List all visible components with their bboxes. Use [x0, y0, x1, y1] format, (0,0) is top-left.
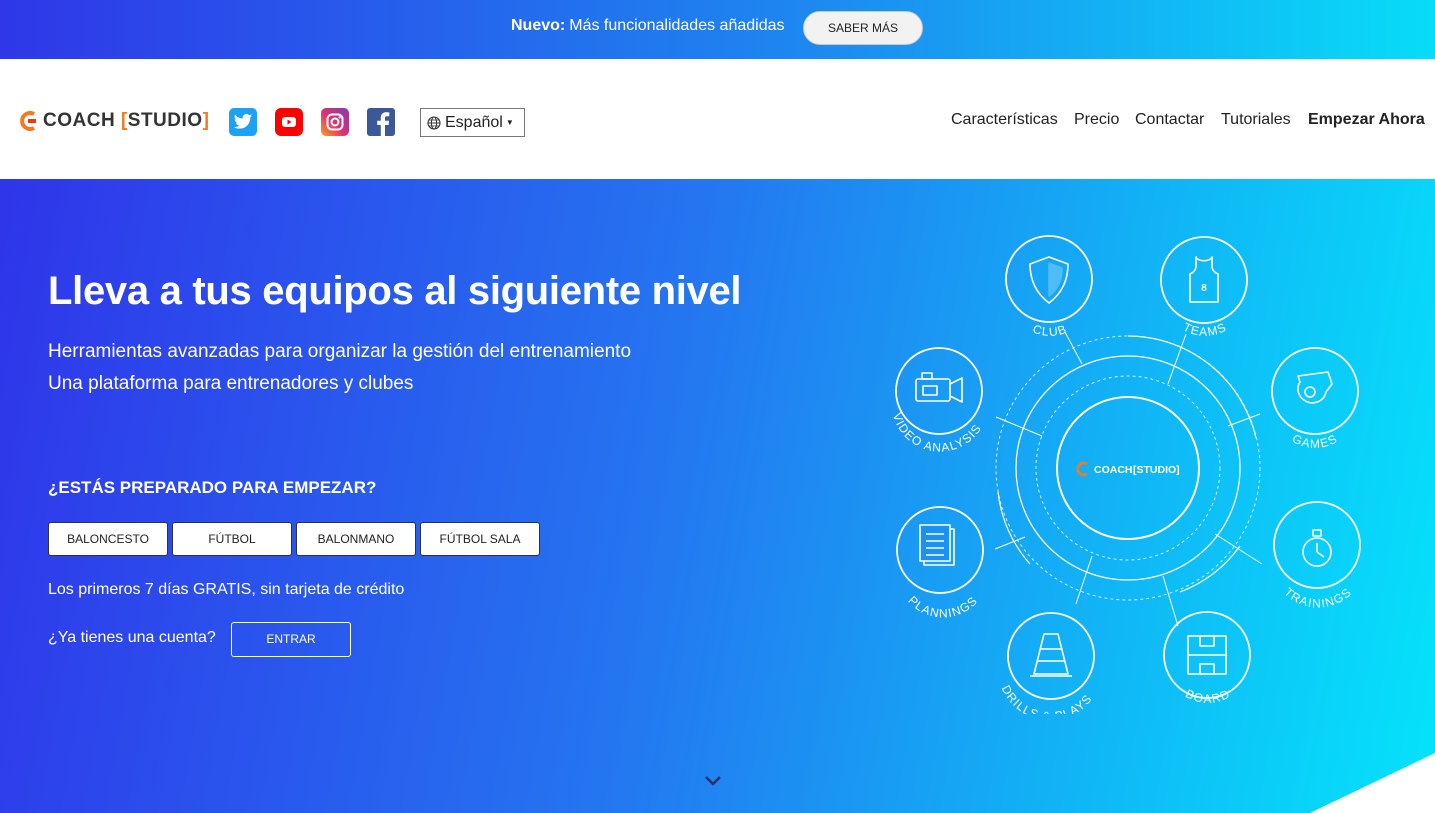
whistle-icon	[1297, 371, 1333, 404]
hero-corner-cut	[1310, 753, 1435, 813]
logo-bracket-open: [	[120, 110, 128, 131]
hero-section: Lleva a tus equipos al siguiente nivel H…	[0, 179, 1435, 813]
announcement-message: Más funcionalidades añadidas	[569, 17, 785, 34]
cone-icon	[1030, 633, 1072, 677]
learn-more-button[interactable]: SABER MÁS	[803, 11, 923, 45]
caret-down-icon: ▼	[505, 118, 514, 127]
calendar-icon	[919, 524, 955, 566]
ready-heading: ¿ESTÁS PREPARADO PARA EMPEZAR?	[48, 478, 377, 497]
facebook-icon[interactable]	[367, 108, 395, 136]
instagram-icon[interactable]	[321, 108, 349, 136]
announcement-new-label: Nuevo:	[511, 17, 566, 34]
hero-title: Lleva a tus equipos al siguiente nivel	[48, 269, 742, 313]
hero-subtitle-line2: Una plataforma para entrenadores y clube…	[48, 373, 414, 394]
jersey-icon: 8	[1189, 256, 1219, 303]
court-board-icon	[1187, 635, 1227, 675]
account-prompt: ¿Ya tienes una cuenta?	[48, 629, 216, 646]
logo-text: COACH [STUDIO]	[43, 110, 209, 132]
nav-pricing[interactable]: Precio	[1074, 111, 1119, 129]
hero-subtitle-line1: Herramientas avanzadas para organizar la…	[48, 341, 632, 362]
svg-text:8: 8	[1201, 283, 1207, 294]
sport-button-basketball[interactable]: BALONCESTO	[48, 522, 168, 556]
chevron-down-icon[interactable]	[703, 774, 723, 788]
free-trial-text: Los primeros 7 días GRATIS, sin tarjeta …	[48, 581, 405, 598]
stopwatch-icon	[1302, 529, 1332, 567]
coach-studio-logo[interactable]: COACH [STUDIO]	[19, 109, 209, 133]
nav-features[interactable]: Características	[951, 111, 1058, 129]
logo-main: COACH	[43, 110, 116, 131]
top-navbar: COACH [STUDIO] Español ▼ Características…	[0, 59, 1435, 179]
video-camera-icon	[915, 372, 963, 403]
logo-bracket-close: ]	[202, 110, 210, 131]
login-button[interactable]: ENTRAR	[231, 622, 351, 657]
feature-label-video-analysis: VIDEO ANALYSIS	[890, 411, 985, 455]
language-select[interactable]: Español ▼	[420, 108, 525, 137]
language-value: Español	[445, 113, 503, 131]
sport-button-handball[interactable]: BALONMANO	[296, 522, 416, 556]
shield-icon	[1029, 256, 1069, 304]
announcement-bar: Nuevo: Más funcionalidades añadidas SABER…	[0, 0, 1435, 59]
nav-tutorials[interactable]: Tutoriales	[1221, 111, 1291, 129]
globe-icon	[427, 115, 441, 130]
center-logo-main: COACH	[1094, 464, 1133, 476]
nav-get-started[interactable]: Empezar Ahora	[1308, 111, 1425, 129]
feature-label-club: CLUB	[1031, 322, 1069, 339]
sport-button-futsal[interactable]: FÚTBOL SALA	[420, 522, 540, 556]
nav-contact[interactable]: Contactar	[1135, 111, 1204, 129]
center-logo: COACH [STUDIO]	[1076, 461, 1180, 477]
feature-label-board: BOARD	[1183, 687, 1232, 706]
twitter-icon[interactable]	[229, 108, 257, 136]
youtube-icon[interactable]	[275, 108, 303, 136]
announcement-text: Nuevo: Más funcionalidades añadidas	[511, 17, 785, 35]
center-logo-sub: [STUDIO]	[1133, 464, 1180, 476]
feature-label-plannings: PLANNINGS	[905, 593, 980, 620]
feature-diagram: 8 COACH [STUDIO] CLUB TEAMS GAMES TRAINI…	[880, 224, 1370, 724]
logo-mark-icon	[20, 111, 36, 131]
sport-button-football[interactable]: FÚTBOL	[172, 522, 292, 556]
logo-sub: STUDIO	[127, 110, 203, 131]
